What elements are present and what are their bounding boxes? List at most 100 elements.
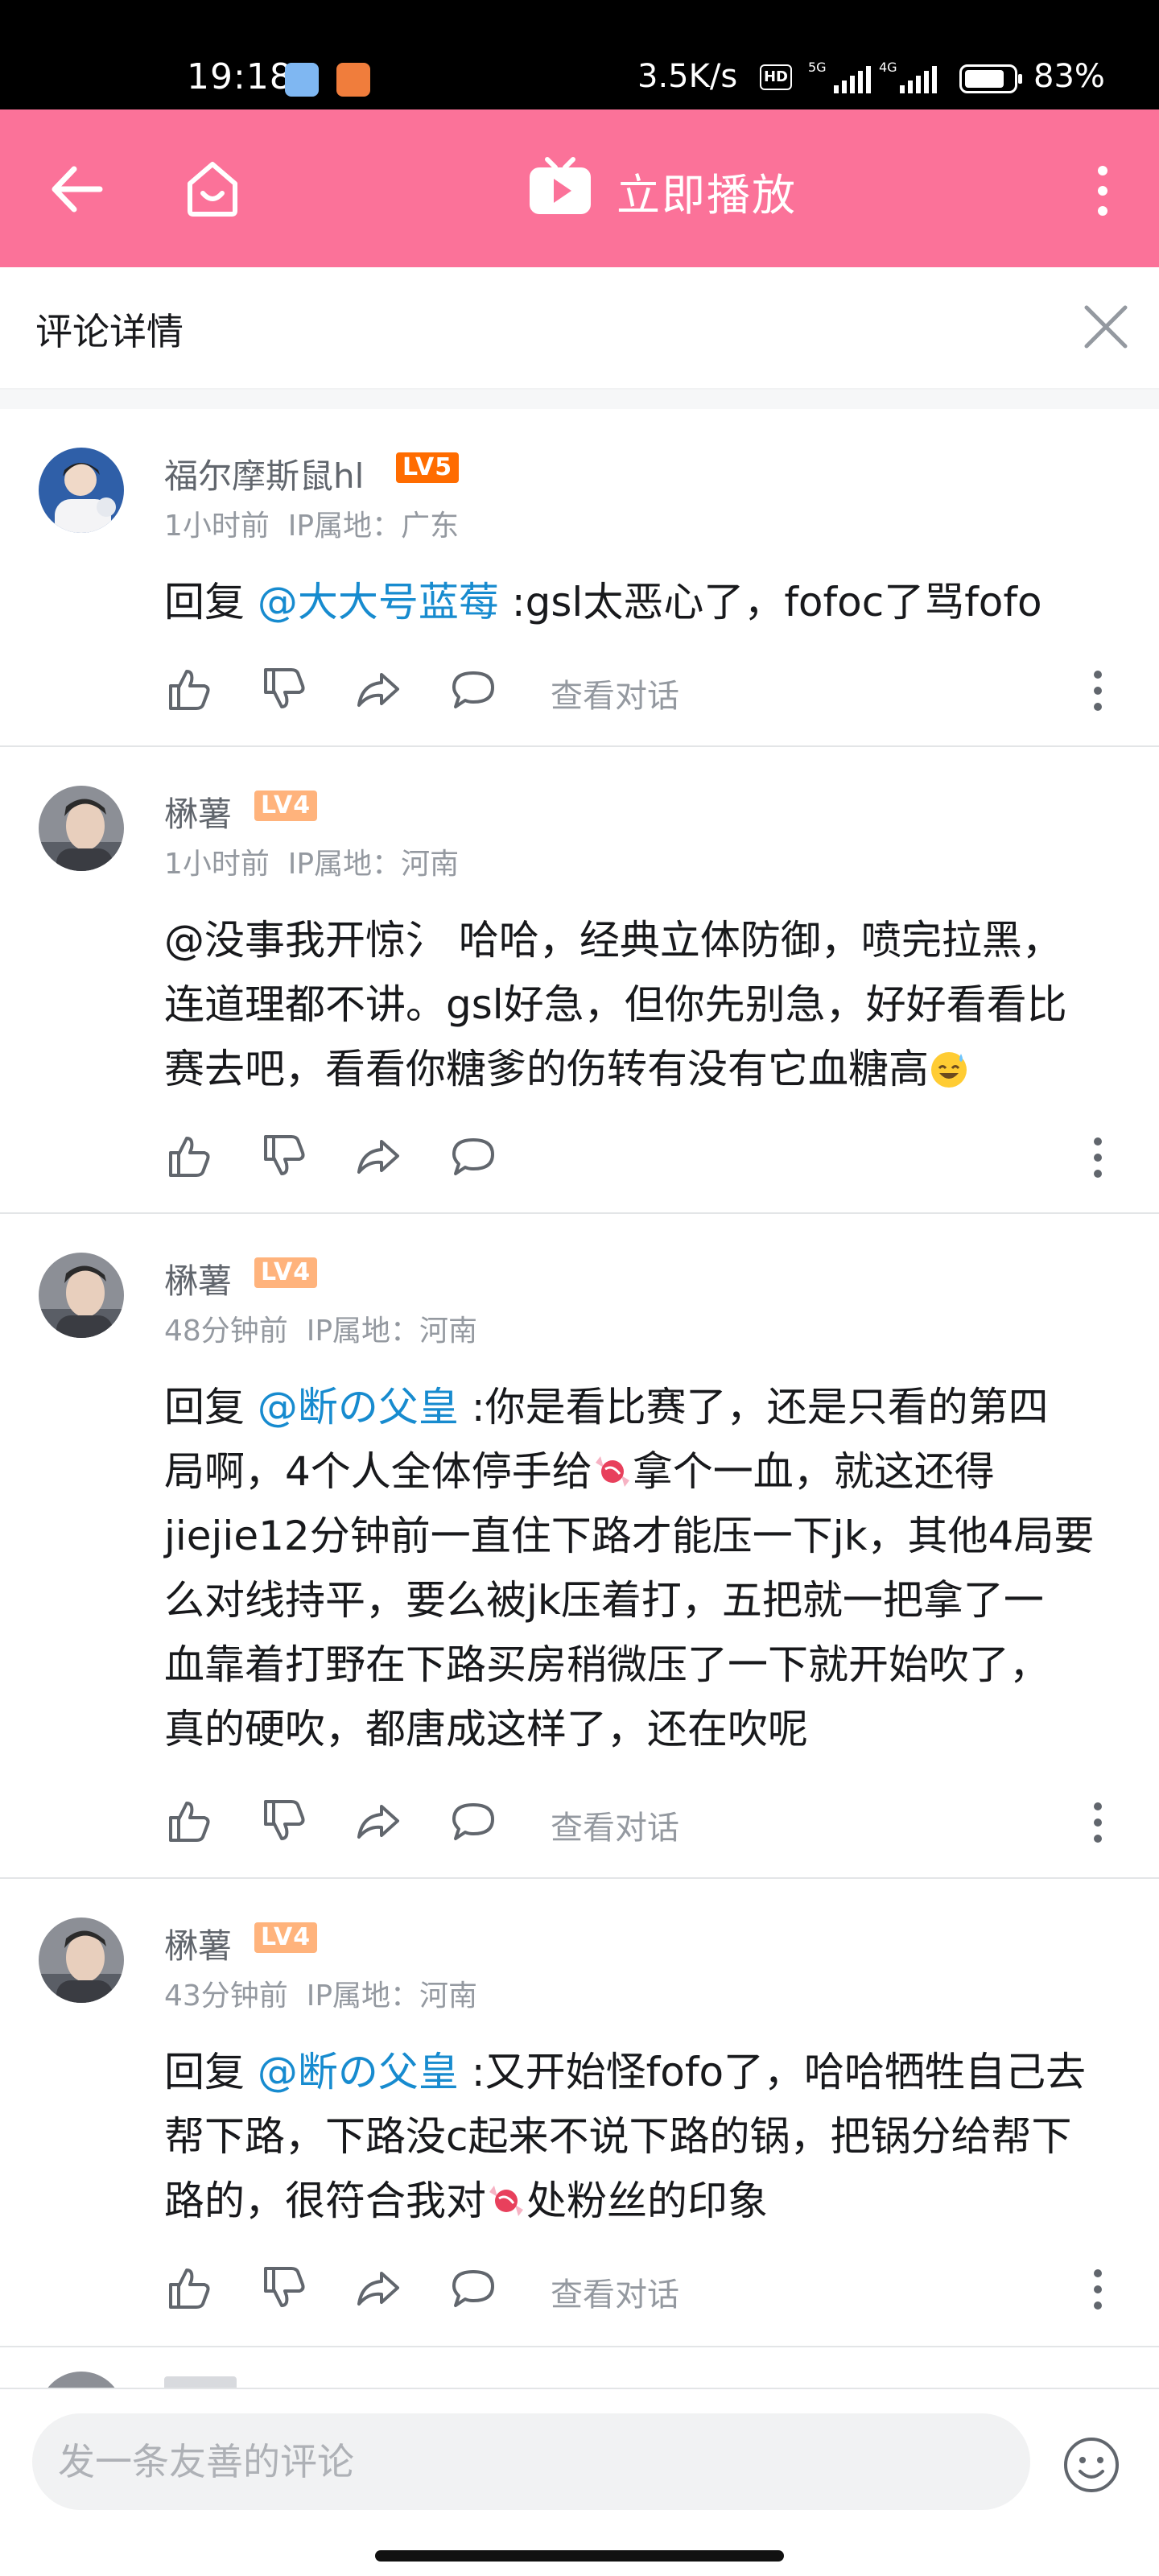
- back-arrow-icon[interactable]: [47, 161, 111, 217]
- comment-time: 1小时前: [164, 848, 270, 881]
- comment-item: 福尔摩斯鼠hl LV5 1小时前 IP属地：广东 回复 @大大号蓝莓 :gsl太…: [0, 409, 1159, 747]
- comment-time: 43分钟前: [164, 1979, 288, 2013]
- level-badge: LV4: [254, 791, 318, 821]
- mention-link[interactable]: @断の父皇: [258, 2049, 459, 2095]
- comment-line: 血靠着打野在下路买房稍微压了一下就开始吹了，: [164, 1641, 1050, 1688]
- share-icon[interactable]: [354, 665, 402, 713]
- candy-emoji-icon: [489, 2186, 523, 2216]
- comment-content: :gsl太恶心了，fofoc了骂fofo: [498, 579, 1042, 625]
- comment-actions: 查看对话: [164, 1797, 1130, 1848]
- close-icon[interactable]: [1079, 299, 1133, 354]
- comment-content: 处粉丝的印象: [526, 2178, 768, 2224]
- comment-content: :又开始怪fofo了，哈哈牺牲自己去: [458, 2049, 1087, 2095]
- thumbs-down-icon[interactable]: [259, 1132, 307, 1180]
- share-icon[interactable]: [354, 2264, 402, 2312]
- comment-time: 1小时前: [164, 510, 270, 543]
- comment-text: 回复 @断の父皇 :又开始怪fofo了，哈哈牺牲自己去 帮下路，下路没c起来不说…: [164, 2040, 1127, 2233]
- hd-badge: HD: [760, 64, 792, 90]
- thumbs-down-icon[interactable]: [259, 2264, 307, 2312]
- candy-emoji-icon: [595, 1456, 629, 1487]
- comment-meta: 48分钟前 IP属地：河南: [164, 1307, 477, 1349]
- comment-line: 么对线持平，要么被jk压着打，五把就一把拿了一: [164, 1577, 1044, 1624]
- view-thread-link[interactable]: 查看对话: [551, 2268, 679, 2315]
- home-icon[interactable]: [179, 155, 246, 222]
- play-now-button[interactable]: 立即播放: [617, 159, 797, 223]
- ip-location: IP属地：河南: [306, 1315, 478, 1348]
- net-5g-label: 5G: [808, 60, 827, 75]
- comment-item: 楙薯 LV4 48分钟前 IP属地：河南 回复 @断の父皇 :你是看比赛了，还是…: [0, 1214, 1159, 1879]
- comment-bubble-icon[interactable]: [449, 665, 497, 713]
- comment-time: 48分钟前: [164, 1315, 288, 1348]
- comment-line: 赛去吧，看看你糖爹的伤转有没有它血糖高: [164, 1046, 929, 1092]
- more-options-icon[interactable]: [1088, 2267, 1107, 2312]
- comment-item: 楙薯 LV4 1小时前 IP属地：河南 @没事我开惊氵 哈哈，经典立体防御，喷完…: [0, 747, 1159, 1214]
- username[interactable]: 福尔摩斯鼠hl: [164, 449, 364, 498]
- comment-compose-bar: [0, 2388, 1159, 2576]
- ip-location: IP属地：河南: [287, 848, 460, 881]
- thumbs-up-icon[interactable]: [164, 2264, 212, 2312]
- notification-app-icon-2: [336, 63, 370, 97]
- comment-line: 真的硬吹，都唐成这样了，还在吹呢: [164, 1706, 808, 1752]
- username[interactable]: 楙薯: [164, 787, 232, 836]
- thumbs-down-icon[interactable]: [259, 665, 307, 713]
- comment-line: 路的，很符合我对 处粉丝的印象: [164, 2169, 1127, 2233]
- comment-meta: 1小时前 IP属地：广东: [164, 502, 459, 544]
- comment-line: 局啊，4个人全体停手给 拿个一血，就这还得: [164, 1439, 1127, 1504]
- avatar[interactable]: [39, 448, 124, 533]
- avatar[interactable]: [39, 786, 124, 871]
- status-bar: 19:18 3.5K/s HD 5G 4G 83%: [0, 0, 1159, 109]
- comment-content: :你是看比赛了，还是只看的第四: [458, 1384, 1049, 1430]
- comment-bubble-icon[interactable]: [449, 2264, 497, 2312]
- comment-content: 拿个一血，就这还得: [632, 1448, 995, 1495]
- share-icon[interactable]: [354, 1132, 402, 1180]
- comment-line: jiejie12分钟前一直住下路才能压一下jk，其他4局要: [164, 1513, 1095, 1559]
- comment-detail-header: 评论详情: [0, 267, 1159, 390]
- level-badge: LV4: [254, 1257, 318, 1288]
- more-options-icon[interactable]: [1088, 668, 1107, 713]
- net-4g-label: 4G: [879, 60, 897, 75]
- username[interactable]: 楙薯: [164, 1919, 232, 1968]
- tv-play-icon[interactable]: [526, 155, 594, 219]
- status-time: 19:18: [187, 56, 293, 97]
- page-title: 评论详情: [35, 310, 184, 353]
- home-indicator[interactable]: [375, 2550, 784, 2562]
- view-thread-link[interactable]: 查看对话: [551, 1802, 679, 1848]
- comment-actions: [164, 1132, 1130, 1183]
- more-options-icon[interactable]: [1088, 1800, 1107, 1845]
- mention-link[interactable]: @断の父皇: [258, 1384, 459, 1430]
- ip-location: IP属地：河南: [306, 1979, 478, 2013]
- share-icon[interactable]: [354, 1797, 402, 1845]
- comment-bubble-icon[interactable]: [449, 1797, 497, 1845]
- comment-text: 回复 @大大号蓝莓 :gsl太恶心了，fofoc了骂fofo: [164, 570, 1127, 634]
- view-thread-link[interactable]: 查看对话: [551, 670, 679, 716]
- network-speed: 3.5K/s: [637, 58, 738, 95]
- comment-meta: 43分钟前 IP属地：河南: [164, 1972, 477, 2014]
- username[interactable]: 楙薯: [164, 1254, 232, 1303]
- more-vertical-icon[interactable]: [1087, 163, 1119, 219]
- reply-prefix: 回复: [164, 1384, 258, 1430]
- comment-item: 楙薯 LV4 43分钟前 IP属地：河南 回复 @断の父皇 :又开始怪fofo了…: [0, 1879, 1159, 2347]
- thumbs-up-icon[interactable]: [164, 1797, 212, 1845]
- thumbs-down-icon[interactable]: [259, 1797, 307, 1845]
- battery-icon: [959, 64, 1022, 93]
- thumbs-up-icon[interactable]: [164, 665, 212, 713]
- avatar[interactable]: [39, 1918, 124, 2003]
- divider: [0, 390, 1159, 409]
- battery-percent: 83%: [1033, 58, 1105, 95]
- comment-text: @没事我开惊氵 哈哈，经典立体防御，喷完拉黑， 连道理都不讲。gsl好急，但你先…: [164, 908, 1127, 1101]
- thumbs-up-icon[interactable]: [164, 1132, 212, 1180]
- more-options-icon[interactable]: [1088, 1135, 1107, 1180]
- comment-bubble-icon[interactable]: [449, 1132, 497, 1180]
- comment-line: 帮下路，下路没c起来不说下路的锅，把锅分给帮下: [164, 2113, 1072, 2160]
- emoji-face-icon[interactable]: [1061, 2434, 1122, 2496]
- comment-text: 回复 @断の父皇 :你是看比赛了，还是只看的第四 局啊，4个人全体停手给 拿个一血…: [164, 1375, 1127, 1761]
- comment-line-with-emoji: 赛去吧，看看你糖爹的伤转有没有它血糖高: [164, 1037, 1127, 1101]
- comment-input[interactable]: [32, 2413, 1030, 2510]
- comment-content: 局啊，4个人全体停手给: [164, 1448, 592, 1495]
- sweat-smile-emoji-icon: [931, 1052, 967, 1088]
- comment-actions: 查看对话: [164, 2264, 1130, 2315]
- next-comment-peek: [0, 2365, 1159, 2389]
- avatar[interactable]: [39, 1253, 124, 1338]
- comment-meta: 1小时前 IP属地：河南: [164, 840, 459, 882]
- mention-link[interactable]: @大大号蓝莓: [258, 579, 499, 625]
